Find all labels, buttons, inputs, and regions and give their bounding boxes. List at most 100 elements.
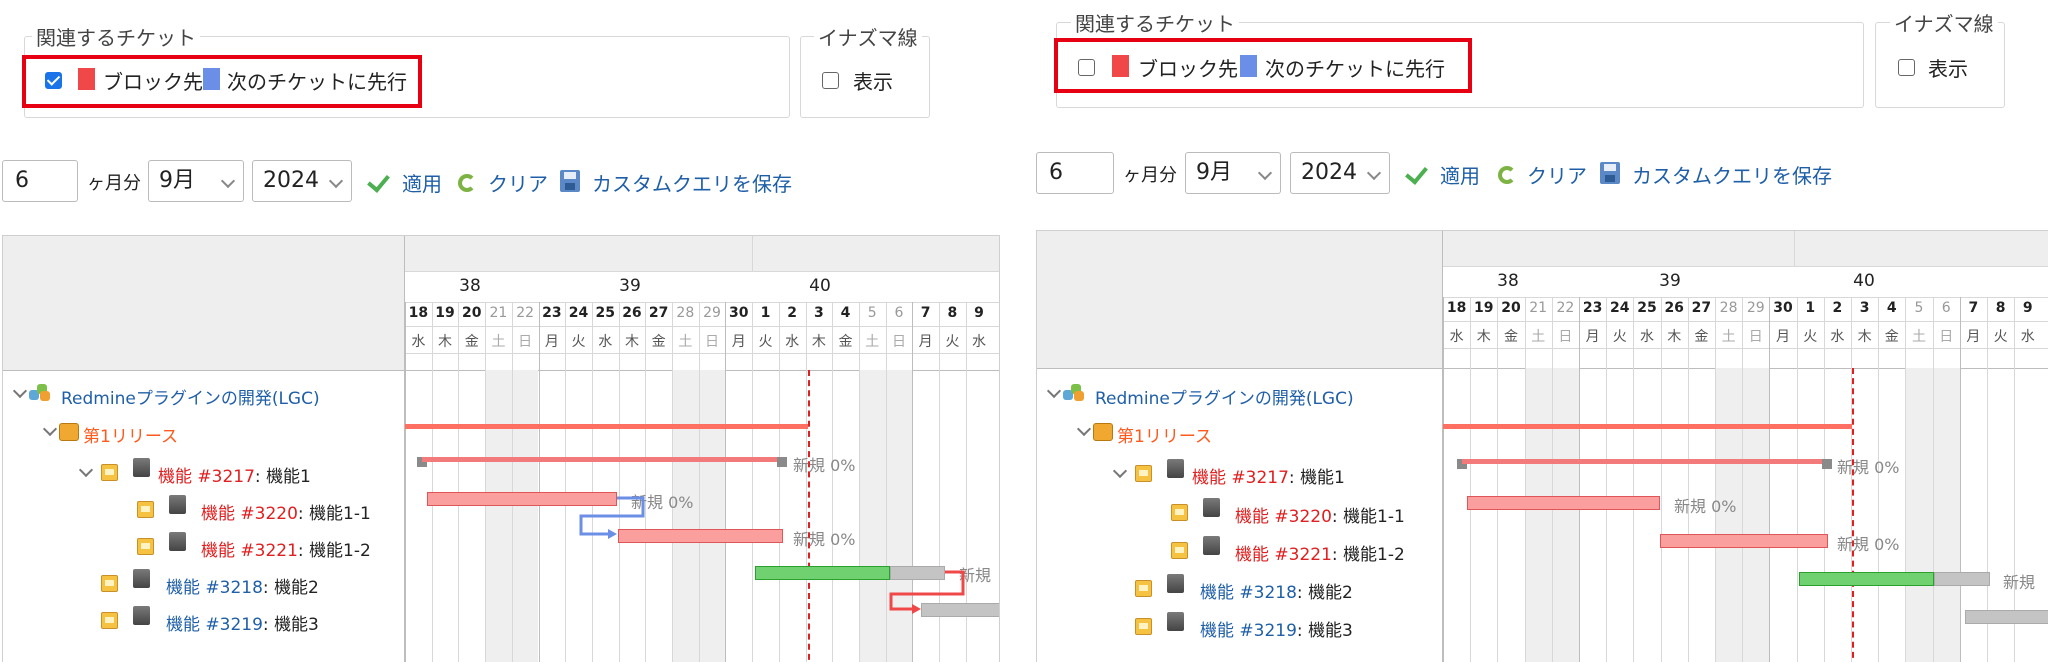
precede-label: 次のチケットに先行 [1265, 57, 1445, 81]
issue-row-3220[interactable]: 機能 #3220: 機能1-1 [1235, 502, 1405, 527]
year-value: 2024 [263, 168, 319, 193]
project-icon [1063, 384, 1085, 402]
clear-refresh-icon [1498, 166, 1516, 184]
status-3220: 新規 0% [1674, 497, 1737, 516]
day-gridline [1742, 297, 1744, 662]
precede-color-swatch [203, 68, 220, 90]
day-gridline [1443, 297, 1444, 662]
weekday-label: 金 [1884, 329, 1899, 345]
save-query-link[interactable]: カスタムクエリを保存 [1632, 160, 1832, 189]
lightning-legend: イナズマ線 [814, 22, 922, 51]
day-number: 22 [1556, 300, 1575, 316]
precede-arrow-head [608, 529, 617, 539]
version-icon [1093, 423, 1113, 441]
apply-check-icon [367, 169, 390, 193]
save-disk-icon [560, 170, 580, 192]
day-number: 27 [1691, 300, 1712, 316]
gantt-month-header [1443, 231, 2048, 266]
clear-link[interactable]: クリア [488, 168, 548, 197]
weekday-label: 火 [1993, 329, 2008, 345]
weekday-label: 土 [1531, 329, 1546, 345]
months-input[interactable]: 6 [2, 160, 78, 202]
issue-row-3217[interactable]: 機能 #3217: 機能1 [1192, 463, 1345, 488]
issue-icon [1135, 580, 1152, 597]
months-input[interactable]: 6 [1036, 152, 1114, 194]
chevron-down-icon [220, 173, 236, 189]
status-3221: 新規 0% [1837, 535, 1900, 554]
day-number: 1 [1805, 300, 1816, 316]
day-gridline [1905, 297, 1907, 662]
weekday-label: 火 [1612, 329, 1627, 345]
month-value: 9月 [159, 168, 195, 193]
day-number: 2 [1832, 300, 1843, 316]
chevron-down-icon [328, 173, 344, 189]
day-number: 26 [1664, 300, 1684, 316]
panel-right: 関連するチケット ブロック先 次のチケットに先行 イナズマ線 表示 6 ヶ月分 … [1030, 0, 2048, 662]
month-select[interactable]: 9月 [1185, 152, 1281, 194]
year-select[interactable]: 2024 [1290, 152, 1390, 194]
issue-row-3219[interactable]: 機能 #3219: 機能3 [1200, 616, 1353, 641]
months-suffix: ヶ月分 [1123, 165, 1177, 186]
issue-icon [1135, 618, 1152, 635]
weekday-label: 月 [1585, 329, 1600, 345]
day-gridline [1579, 297, 1580, 662]
weekday-label: 日 [1748, 329, 1763, 345]
version-bar[interactable] [1443, 424, 1852, 429]
day-number: 8 [1995, 300, 2006, 316]
issue-row-3221[interactable]: 機能 #3221: 機能1-2 [1235, 540, 1405, 565]
version-row[interactable]: 第1リリース [1117, 422, 1212, 447]
expand-issue-icon[interactable] [1112, 463, 1128, 479]
weekday-label: 水 [1639, 329, 1654, 345]
save-disk-icon [1600, 162, 1620, 184]
bar-3221[interactable] [1660, 534, 1828, 548]
parent-bar-3217[interactable] [1462, 459, 1827, 464]
day-number: 9 [2022, 300, 2033, 316]
gantt-chart: 38 39 40 18 水 19 木 20 金 21 土 22 日 23 月 24 火 25 水 26 木 27 金 2… [1036, 230, 2048, 662]
bar-3218-rest[interactable] [1934, 572, 1990, 586]
day-number: 23 [1582, 300, 1603, 316]
day-gridline [1470, 297, 1472, 662]
bar-3218[interactable] [1799, 572, 1934, 586]
weekend-column [1932, 368, 1960, 662]
months-suffix: ヶ月分 [87, 173, 141, 194]
bar-3219[interactable] [1965, 610, 2048, 624]
month-select[interactable]: 9月 [148, 160, 244, 202]
lightning-checkbox[interactable] [1898, 59, 1915, 76]
weekday-label: 木 [1667, 329, 1682, 345]
apply-link[interactable]: 適用 [1440, 160, 1480, 189]
apply-link[interactable]: 適用 [402, 168, 442, 197]
clear-link[interactable]: クリア [1527, 160, 1587, 189]
relations-checkbox[interactable] [45, 72, 62, 89]
day-gridline [1878, 297, 1880, 662]
clear-refresh-icon [458, 174, 476, 192]
day-gridline [1687, 297, 1689, 662]
issue-row-3218[interactable]: 機能 #3218: 機能2 [1200, 578, 1353, 603]
relations-legend: 関連するチケット [32, 22, 200, 51]
weekend-column [1551, 368, 1579, 662]
avatar [1203, 498, 1220, 517]
project-row[interactable]: Redmineプラグインの開発(LGC) [1095, 384, 1354, 409]
day-gridline [1932, 297, 1934, 662]
lightning-show-label: 表示 [853, 70, 893, 94]
day-gridline [1769, 297, 1771, 662]
avatar [1167, 459, 1184, 478]
relations-checkbox[interactable] [1078, 59, 1095, 76]
year-select[interactable]: 2024 [252, 160, 352, 202]
save-query-link[interactable]: カスタムクエリを保存 [592, 168, 792, 197]
day-number: 20 [1501, 300, 1521, 316]
relations-legend: 関連するチケット [1071, 8, 1239, 37]
expand-project-icon[interactable] [1046, 383, 1062, 399]
bar-3220[interactable] [1467, 496, 1660, 510]
panel-left: 関連するチケット ブロック先 次のチケットに先行 イナズマ線 表示 6 ヶ月分 … [0, 0, 1000, 662]
day-gridline [1551, 297, 1553, 662]
weekday-label: 土 [1721, 329, 1736, 345]
day-gridline [1959, 297, 1961, 662]
lightning-checkbox[interactable] [822, 72, 839, 89]
expand-version-icon[interactable] [1076, 421, 1092, 437]
avatar [1203, 536, 1220, 555]
day-number: 30 [1773, 300, 1793, 316]
weekday-label: 日 [1558, 329, 1573, 345]
weekday-label: 土 [1911, 329, 1926, 345]
avatar [1167, 612, 1184, 631]
block-label: ブロック先 [1138, 57, 1238, 81]
